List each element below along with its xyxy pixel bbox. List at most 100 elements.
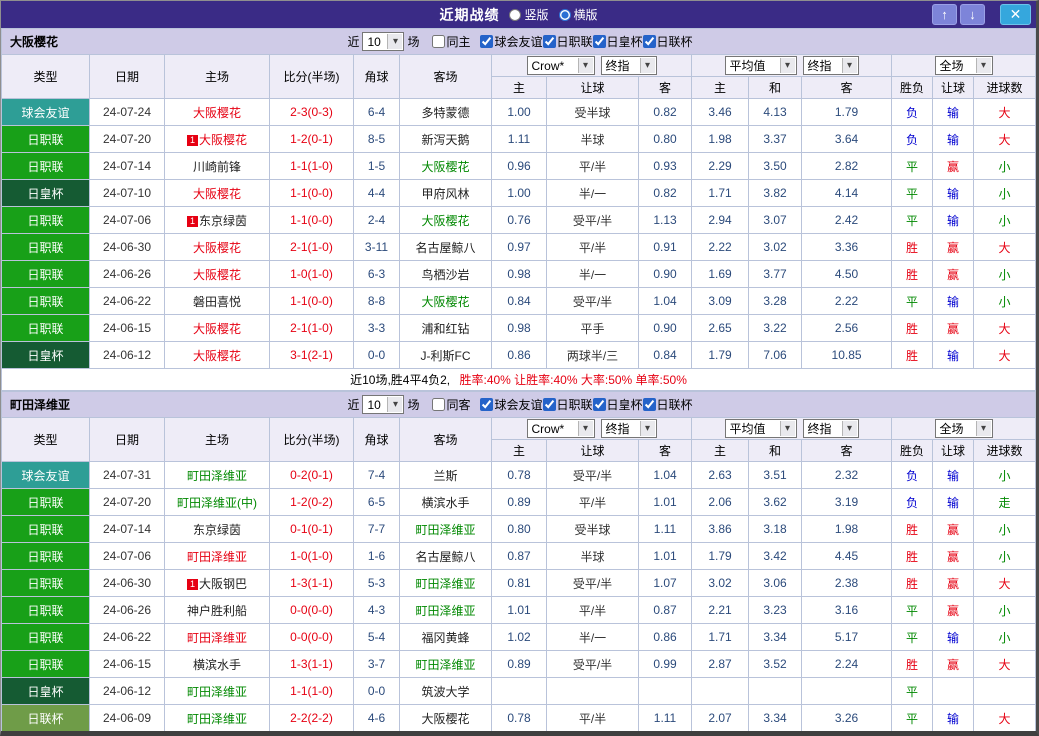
league-filter-friendly-input[interactable] xyxy=(480,35,494,48)
league-filter-label: 日职联 xyxy=(556,398,593,412)
asian-home-odds: 0.80 xyxy=(491,515,547,543)
team-name[interactable]: 町田泽维亚 xyxy=(415,523,475,537)
team-name[interactable]: 鸟栖沙岩 xyxy=(421,268,469,282)
league-filter-j1[interactable]: 日职联 xyxy=(542,33,593,50)
match-date: 24-06-15 xyxy=(89,650,165,678)
close-button[interactable]: ✕ xyxy=(1000,4,1031,25)
team-name[interactable]: 名古屋鲸八 xyxy=(415,550,475,564)
avg-home-odds: 2.06 xyxy=(691,488,750,516)
asian-away-odds: 1.11 xyxy=(637,515,693,543)
bookmaker-select[interactable]: Crow* xyxy=(526,56,595,75)
team-name[interactable]: 川崎前锋 xyxy=(193,160,241,174)
avg-draw-odds: 3.82 xyxy=(748,179,803,207)
team-name[interactable]: 大阪樱花 xyxy=(193,187,241,201)
league-filter-league-cup-input[interactable] xyxy=(642,398,656,411)
league-filter-friendly[interactable]: 球会友谊 xyxy=(480,396,543,413)
team-name[interactable]: 大阪樱花 xyxy=(421,295,469,309)
team-name[interactable]: 町田泽维亚(中) xyxy=(177,496,257,510)
team-name[interactable]: 大阪樱花 xyxy=(421,712,469,726)
team-name[interactable]: 町田泽维亚 xyxy=(415,604,475,618)
corner-score: 7-4 xyxy=(353,461,400,489)
same-venue-checkbox-input[interactable] xyxy=(432,35,446,48)
team-name[interactable]: 名古屋鲸八 xyxy=(415,241,475,255)
league-filter-label: 日联杯 xyxy=(656,398,693,412)
team-name[interactable]: 横滨水手 xyxy=(421,496,469,510)
league-filter-emperor-cup[interactable]: 日皇杯 xyxy=(592,33,643,50)
team-name[interactable]: J-利斯FC xyxy=(421,349,471,363)
match-row: 日职联 24-06-30 1 大阪钢巴 1-3(1-1) 5-3 町田泽维亚 0.81 受平/半… xyxy=(1,569,1036,597)
bookmaker-select[interactable]: Crow* xyxy=(526,419,595,438)
team-name[interactable]: 大阪樱花 xyxy=(193,349,241,363)
team-name[interactable]: 大阪樱花 xyxy=(193,241,241,255)
team-name[interactable]: 神户胜利船 xyxy=(187,604,247,618)
team-name[interactable]: 町田泽维亚 xyxy=(187,712,247,726)
team-name[interactable]: 町田泽维亚 xyxy=(187,631,247,645)
team-name[interactable]: 浦和红钻 xyxy=(421,322,469,336)
europe-odds-select[interactable]: 平均值 xyxy=(724,56,797,75)
league-filter-emperor-cup[interactable]: 日皇杯 xyxy=(592,396,643,413)
scope-select[interactable]: 全场 xyxy=(934,419,993,438)
team-name[interactable]: 大阪樱花 xyxy=(193,106,241,120)
league-filter-j1-input[interactable] xyxy=(542,398,556,411)
league-filter-emperor-cup-input[interactable] xyxy=(592,35,606,48)
league-filter-j1-input[interactable] xyxy=(542,35,556,48)
result-goals: 大 xyxy=(973,98,1036,126)
team-name[interactable]: 磐田喜悦 xyxy=(193,295,241,309)
team-name[interactable]: 町田泽维亚 xyxy=(187,469,247,483)
europe-odds-select[interactable]: 平均值 xyxy=(724,419,797,438)
team-name[interactable]: 横滨水手 xyxy=(193,658,241,672)
layout-horizontal-radio-input[interactable] xyxy=(558,8,571,21)
result-goals: 小 xyxy=(973,152,1036,180)
team-name[interactable]: 东京绿茵 xyxy=(199,214,247,228)
europe-stage-select[interactable]: 终指 xyxy=(802,56,859,75)
layout-vertical-radio-input[interactable] xyxy=(509,8,522,21)
europe-stage-select[interactable]: 终指 xyxy=(802,419,859,438)
team-name[interactable]: 町田泽维亚 xyxy=(187,685,247,699)
team-name[interactable]: 福冈黄蜂 xyxy=(421,631,469,645)
asian-stage-select[interactable]: 终指 xyxy=(600,419,657,438)
asian-away-odds: 0.80 xyxy=(637,125,693,153)
asian-odds-group-header: Crow* 终指 xyxy=(490,54,693,77)
same-venue-checkbox[interactable]: 同主 xyxy=(432,33,470,50)
team-name[interactable]: 町田泽维亚 xyxy=(187,550,247,564)
move-down-button[interactable]: ↓ xyxy=(960,4,985,25)
league-filter-league-cup-input[interactable] xyxy=(642,35,656,48)
team-name[interactable]: 大阪樱花 xyxy=(421,160,469,174)
result-goals: 大 xyxy=(973,569,1036,597)
team-name[interactable]: 甲府风林 xyxy=(421,187,469,201)
scope-select[interactable]: 全场 xyxy=(934,56,993,75)
league-filter-emperor-cup-input[interactable] xyxy=(592,398,606,411)
match-count-select[interactable]: 10 xyxy=(362,32,405,51)
team-name[interactable]: 町田泽维亚 xyxy=(415,577,475,591)
result-win-draw-loss: 胜 xyxy=(891,233,934,261)
team-name[interactable]: 新泻天鹅 xyxy=(421,133,469,147)
asian-away-odds: 1.07 xyxy=(637,569,693,597)
same-venue-checkbox[interactable]: 同客 xyxy=(432,396,470,413)
team-name[interactable]: 大阪钢巴 xyxy=(199,577,247,591)
result-goals: 小 xyxy=(973,461,1036,489)
layout-vertical-radio[interactable]: 竖版 xyxy=(509,6,549,23)
league-filter-j1[interactable]: 日职联 xyxy=(542,396,593,413)
asian-stage-select[interactable]: 终指 xyxy=(600,56,657,75)
team-name[interactable]: 町田泽维亚 xyxy=(415,658,475,672)
team-name[interactable]: 大阪樱花 xyxy=(421,214,469,228)
league-filter-friendly-input[interactable] xyxy=(480,398,494,411)
team-name[interactable]: 大阪樱花 xyxy=(193,322,241,336)
result-goals: 大 xyxy=(973,650,1036,678)
team-name[interactable]: 兰斯 xyxy=(433,469,457,483)
team-name[interactable]: 大阪樱花 xyxy=(199,133,247,147)
team-name[interactable]: 东京绿茵 xyxy=(193,523,241,537)
move-up-button[interactable]: ↑ xyxy=(932,4,957,25)
match-date: 24-06-12 xyxy=(89,341,165,369)
league-filter-friendly[interactable]: 球会友谊 xyxy=(480,33,543,50)
layout-horizontal-radio[interactable]: 横版 xyxy=(558,6,598,23)
league-filter-league-cup[interactable]: 日联杯 xyxy=(642,33,693,50)
same-venue-checkbox-input[interactable] xyxy=(432,398,446,411)
match-count-select[interactable]: 10 xyxy=(362,395,405,414)
result-handicap: 输 xyxy=(932,341,975,369)
league-filter-league-cup[interactable]: 日联杯 xyxy=(642,396,693,413)
team-name[interactable]: 大阪樱花 xyxy=(193,268,241,282)
asian-home-odds: 1.00 xyxy=(491,98,547,126)
team-name[interactable]: 多特蒙德 xyxy=(421,106,469,120)
team-name[interactable]: 筑波大学 xyxy=(421,685,469,699)
